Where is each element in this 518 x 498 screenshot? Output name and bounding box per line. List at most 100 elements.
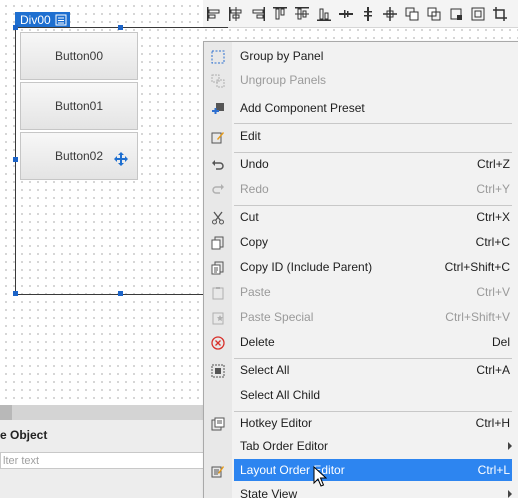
- resize-handle-tl[interactable]: [13, 25, 18, 30]
- menu-item-ungroup-panels[interactable]: Ungroup Panels: [234, 69, 512, 91]
- menu-item-paste-shortcut: Ctrl+V: [476, 285, 510, 299]
- mouse-cursor-icon: [313, 466, 327, 487]
- menu-item-delete[interactable]: Delete Del: [234, 331, 512, 353]
- list-icon: [55, 14, 67, 25]
- menu-item-select-all-child-label: Select All Child: [240, 388, 321, 402]
- menu-item-add-component-preset-label: Add Component Preset: [240, 101, 365, 115]
- menu-item-redo-shortcut: Ctrl+Y: [476, 182, 510, 196]
- menu-item-ungroup-panels-label: Ungroup Panels: [240, 73, 327, 87]
- menu-item-cut[interactable]: Cut Ctrl+X: [234, 206, 512, 228]
- menu-item-redo-label: Redo: [240, 182, 269, 196]
- menu-item-paste-label: Paste: [240, 285, 271, 299]
- align-center-h-icon[interactable]: [225, 3, 247, 25]
- menu-item-select-all-child[interactable]: Select All Child: [234, 384, 512, 406]
- button01[interactable]: Button01: [20, 82, 138, 130]
- menu-separator: [234, 205, 512, 206]
- button02-label: Button02: [54, 149, 104, 163]
- fit-icon[interactable]: [467, 3, 489, 25]
- copy-icon: [210, 235, 226, 251]
- resize-handle-l[interactable]: [13, 157, 18, 162]
- resize-handle-b[interactable]: [118, 291, 123, 296]
- menu-item-group-by-panel-label: Group by Panel: [240, 49, 324, 63]
- menu-item-state-view[interactable]: State View: [234, 483, 512, 498]
- menu-item-paste[interactable]: Paste Ctrl+V: [234, 281, 512, 303]
- resize-handle-t[interactable]: [118, 25, 123, 30]
- crop-icon[interactable]: [489, 3, 511, 25]
- menu-item-group-by-panel[interactable]: Group by Panel: [234, 45, 512, 67]
- paste-special-icon: [210, 310, 226, 326]
- menu-separator: [234, 411, 512, 412]
- undo-icon: [210, 157, 226, 173]
- menu-separator: [234, 123, 512, 124]
- menu-item-undo-label: Undo: [240, 157, 269, 171]
- paste-icon: [210, 285, 226, 301]
- panel-scrollbar[interactable]: [0, 405, 205, 420]
- menu-item-tab-order-editor-label: Tab Order Editor: [240, 439, 329, 453]
- object-panel-title: e Object: [0, 428, 48, 442]
- bring-front-icon[interactable]: [401, 3, 423, 25]
- menu-item-select-all-label: Select All: [240, 363, 290, 377]
- button00-label: Button00: [54, 49, 104, 63]
- distribute-h-icon[interactable]: [335, 3, 357, 25]
- menu-item-copy-id-shortcut: Ctrl+Shift+C: [444, 260, 510, 274]
- menu-item-copy[interactable]: Copy Ctrl+C: [234, 231, 512, 253]
- menu-item-copy-shortcut: Ctrl+C: [475, 235, 510, 249]
- delete-icon: [210, 335, 226, 351]
- button00[interactable]: Button00: [20, 32, 138, 80]
- add-preset-icon: [210, 101, 226, 117]
- menu-item-paste-special[interactable]: Paste Special Ctrl+Shift+V: [234, 306, 512, 328]
- layout-order-icon: [210, 463, 226, 479]
- menu-item-hotkey-editor-shortcut: Ctrl+H: [475, 416, 510, 430]
- button01-label: Button01: [54, 99, 104, 113]
- menu-separator: [234, 358, 512, 359]
- align-right-icon[interactable]: [247, 3, 269, 25]
- menu-separator: [234, 152, 512, 153]
- menu-item-layout-order-editor[interactable]: Layout Order Editor Ctrl+L: [234, 459, 512, 481]
- menu-item-paste-special-label: Paste Special: [240, 310, 314, 324]
- menu-item-edit-label: Edit: [240, 129, 261, 143]
- align-top-icon[interactable]: [269, 3, 291, 25]
- menu-item-delete-shortcut: Del: [491, 335, 510, 349]
- menu-item-copy-id[interactable]: Copy ID (Include Parent) Ctrl+Shift+C: [234, 256, 512, 278]
- menu-item-delete-label: Delete: [240, 335, 275, 349]
- menu-item-select-all-shortcut: Ctrl+A: [476, 363, 510, 377]
- menu-item-undo[interactable]: Undo Ctrl+Z: [234, 153, 512, 175]
- menu-item-tab-order-editor[interactable]: Tab Order Editor: [234, 435, 512, 457]
- align-middle-icon[interactable]: [291, 3, 313, 25]
- alignment-toolbar: [203, 0, 518, 28]
- align-left-icon[interactable]: [203, 3, 225, 25]
- copy-id-icon: [210, 260, 226, 276]
- submenu-arrow-icon: [508, 490, 512, 498]
- cut-icon: [210, 210, 226, 226]
- menu-item-copy-id-label: Copy ID (Include Parent): [240, 260, 373, 274]
- redo-icon: [210, 181, 226, 197]
- div00-label[interactable]: Div00: [15, 12, 70, 27]
- ungroup-icon: [210, 73, 226, 89]
- distribute-v-icon[interactable]: [357, 3, 379, 25]
- edit-icon: [210, 129, 226, 145]
- move-icon[interactable]: [114, 152, 128, 166]
- filter-input[interactable]: lter text: [0, 452, 204, 469]
- menu-item-cut-label: Cut: [240, 210, 259, 224]
- same-size-icon[interactable]: [445, 3, 467, 25]
- align-bottom-icon[interactable]: [313, 3, 335, 25]
- menu-item-undo-shortcut: Ctrl+Z: [477, 157, 510, 171]
- panel-scroll-thumb[interactable]: [0, 405, 12, 420]
- menu-item-cut-shortcut: Ctrl+X: [476, 210, 510, 224]
- menu-item-hotkey-editor[interactable]: Hotkey Editor Ctrl+H: [234, 412, 512, 434]
- center-move-icon[interactable]: [379, 3, 401, 25]
- design-canvas[interactable]: Div00 Button00 Button01 Button02 e Objec…: [0, 0, 518, 498]
- menu-item-layout-order-editor-shortcut: Ctrl+L: [477, 463, 510, 477]
- menu-item-select-all[interactable]: Select All Ctrl+A: [234, 359, 512, 381]
- menu-item-edit[interactable]: Edit: [234, 125, 512, 147]
- resize-handle-bl[interactable]: [13, 291, 18, 296]
- menu-item-redo[interactable]: Redo Ctrl+Y: [234, 178, 512, 200]
- menu-item-copy-label: Copy: [240, 235, 269, 249]
- div00-label-text: Div00: [20, 12, 51, 27]
- send-back-icon[interactable]: [423, 3, 445, 25]
- menu-item-add-component-preset[interactable]: Add Component Preset: [234, 97, 512, 119]
- hotkey-editor-icon: [210, 416, 226, 432]
- menu-item-paste-special-shortcut: Ctrl+Shift+V: [445, 310, 510, 324]
- select-all-icon: [210, 363, 226, 379]
- menu-item-state-view-label: State View: [240, 487, 298, 498]
